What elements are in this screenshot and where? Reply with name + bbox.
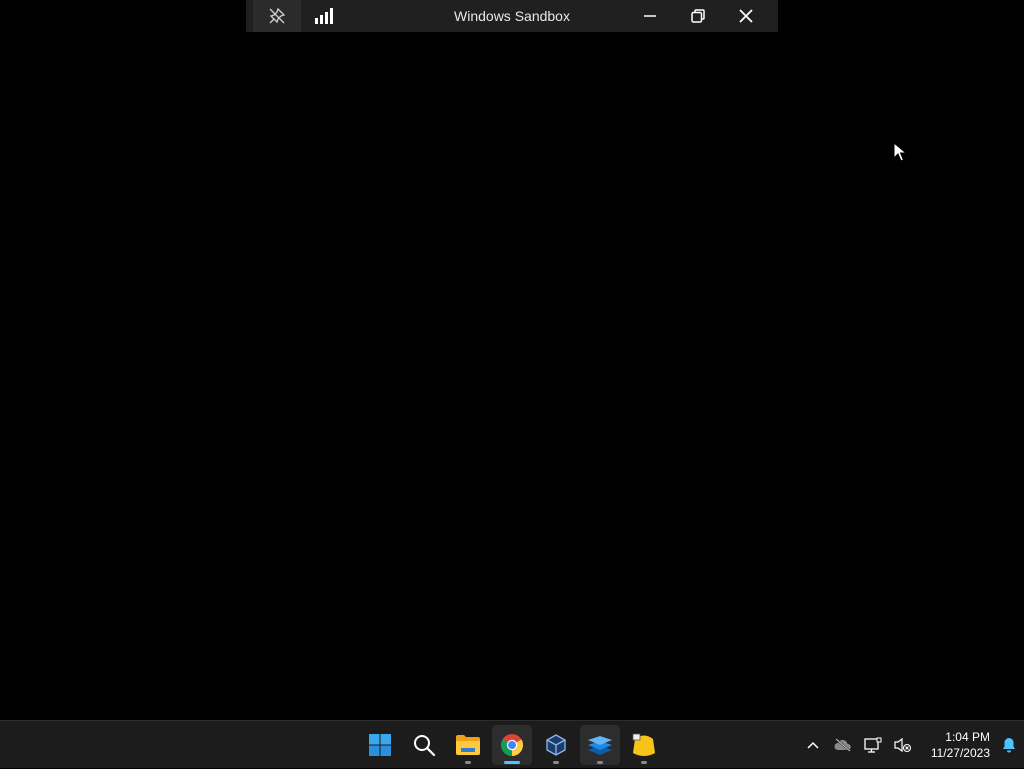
clock-time: 1:04 PM <box>945 730 990 744</box>
network-button[interactable] <box>858 725 888 765</box>
notifications-button[interactable] <box>994 725 1024 765</box>
restore-icon <box>691 9 705 23</box>
search-button[interactable] <box>404 725 444 765</box>
chrome-button[interactable] <box>492 725 532 765</box>
minimize-icon <box>644 15 656 17</box>
desktop <box>0 0 1024 720</box>
running-indicator <box>597 761 603 764</box>
running-indicator <box>465 761 471 764</box>
window-controls <box>626 0 770 32</box>
running-indicator <box>553 761 559 764</box>
bell-icon <box>1003 738 1015 753</box>
minimize-button[interactable] <box>626 0 674 32</box>
volume-muted-icon <box>894 737 912 753</box>
network-icon <box>864 737 882 753</box>
cloud-offline-icon <box>834 738 851 752</box>
onedrive-button[interactable] <box>828 725 858 765</box>
running-indicator <box>641 761 647 764</box>
unpin-button[interactable] <box>253 0 301 32</box>
yellow-app-icon <box>632 733 655 756</box>
start-button[interactable] <box>360 725 400 765</box>
sticky-app-button[interactable] <box>624 725 664 765</box>
system-tray: 1:04 PM 11/27/2023 <box>798 721 1024 769</box>
taskbar-apps <box>358 721 666 769</box>
unpin-icon <box>269 7 286 24</box>
virtualbox-button[interactable] <box>536 725 576 765</box>
windows-start-icon <box>369 734 391 756</box>
folder-icon <box>456 735 480 755</box>
close-button[interactable] <box>722 0 770 32</box>
restore-button[interactable] <box>674 0 722 32</box>
volume-button[interactable] <box>888 725 918 765</box>
chrome-icon <box>501 734 523 756</box>
file-explorer-button[interactable] <box>448 725 488 765</box>
connection-quality-icon <box>315 8 333 24</box>
connection-quality-button[interactable] <box>301 0 349 32</box>
virtualbox-icon <box>546 734 566 756</box>
stack-app-button[interactable] <box>580 725 620 765</box>
close-icon <box>739 9 753 23</box>
taskbar: 1:04 PM 11/27/2023 <box>0 720 1024 768</box>
mouse-cursor-icon <box>893 142 907 162</box>
stack-icon <box>588 736 612 755</box>
chevron-up-icon <box>807 741 819 749</box>
show-hidden-icons-button[interactable] <box>798 725 828 765</box>
search-icon <box>414 735 436 757</box>
clock-button[interactable]: 1:04 PM 11/27/2023 <box>918 725 994 765</box>
focused-indicator <box>504 761 520 764</box>
connection-bar: Windows Sandbox <box>246 0 778 32</box>
clock-date: 11/27/2023 <box>930 746 990 760</box>
